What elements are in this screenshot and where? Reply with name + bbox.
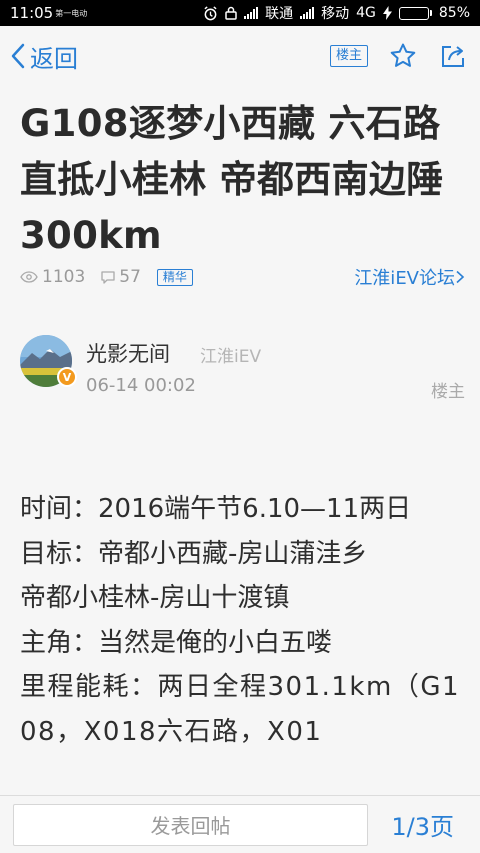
content-line: 目标：帝都小西藏-房山蒲洼乡 — [20, 538, 368, 569]
view-count-value: 1103 — [42, 267, 86, 287]
author-block: V 光影无间 江淮iEV 06-14 00:02 楼主 — [20, 335, 465, 402]
forum-link-label: 江淮iEV论坛 — [354, 268, 455, 289]
signal-icon-2 — [300, 7, 315, 19]
signal-icon — [244, 7, 259, 19]
post-content: 时间：2016端午节6.10—11两日 目标：帝都小西藏-房山蒲洼乡 帝都小桂林… — [20, 487, 465, 754]
post-meta: 1103 57 精华 江淮iEV论坛 — [20, 262, 465, 292]
author-forum: 江淮iEV — [200, 347, 262, 367]
content-line: 帝都小桂林-房山十渡镇 — [20, 583, 290, 613]
status-carrier2: 移动 — [321, 6, 350, 22]
lock-icon — [225, 6, 237, 20]
content-line: 里程能耗：两日全程301.1km（G108，X018六石路，X01 — [20, 672, 461, 747]
author-name[interactable]: 光影无间 — [86, 338, 170, 368]
view-count: 1103 — [20, 267, 85, 287]
alarm-icon — [204, 5, 217, 20]
eye-icon — [20, 271, 38, 283]
chevron-right-icon — [456, 270, 465, 284]
top-nav: 返回 楼主 — [0, 26, 480, 86]
content-line: 主角：当然是俺的小白五喽 — [20, 627, 333, 658]
status-network: 4G — [356, 5, 376, 21]
status-carrier1: 联通 — [265, 6, 294, 22]
op-tag: 楼主 — [431, 382, 465, 402]
post-time: 06-14 00:02 — [86, 375, 196, 396]
back-button[interactable]: 返回 — [10, 39, 78, 74]
status-time: 11:05 — [10, 4, 54, 22]
battery-icon — [398, 6, 432, 20]
back-label: 返回 — [30, 44, 78, 73]
bottom-bar: 发表回帖 1/3页 — [0, 795, 480, 853]
view-op-only-button[interactable]: 楼主 — [329, 45, 368, 67]
comment-count-value: 57 — [119, 267, 141, 287]
status-bar: 11:05 第一电动 联通 移动 4G 85% — [0, 0, 480, 26]
status-carrier-small: 第一电动 — [55, 8, 88, 18]
comment-count: 57 — [101, 267, 141, 287]
comment-icon — [101, 270, 115, 284]
star-icon — [390, 43, 416, 67]
share-icon — [442, 46, 464, 67]
chevron-left-icon — [11, 43, 25, 69]
reply-input[interactable]: 发表回帖 — [13, 803, 368, 846]
favorite-button[interactable] — [388, 41, 418, 71]
charging-icon — [382, 6, 392, 20]
post-title: G108逐梦小西藏 六石路直抵小桂林 帝都西南边陲300km — [20, 102, 444, 257]
featured-badge: 精华 — [156, 268, 193, 286]
status-battery: 85% — [438, 5, 470, 21]
forum-link[interactable]: 江淮iEV论坛 — [354, 264, 465, 290]
verified-badge: V — [57, 367, 77, 387]
page-indicator[interactable]: 1/3页 — [391, 807, 454, 842]
share-button[interactable] — [438, 41, 468, 71]
content-line: 时间：2016端午节6.10—11两日 — [20, 494, 412, 524]
